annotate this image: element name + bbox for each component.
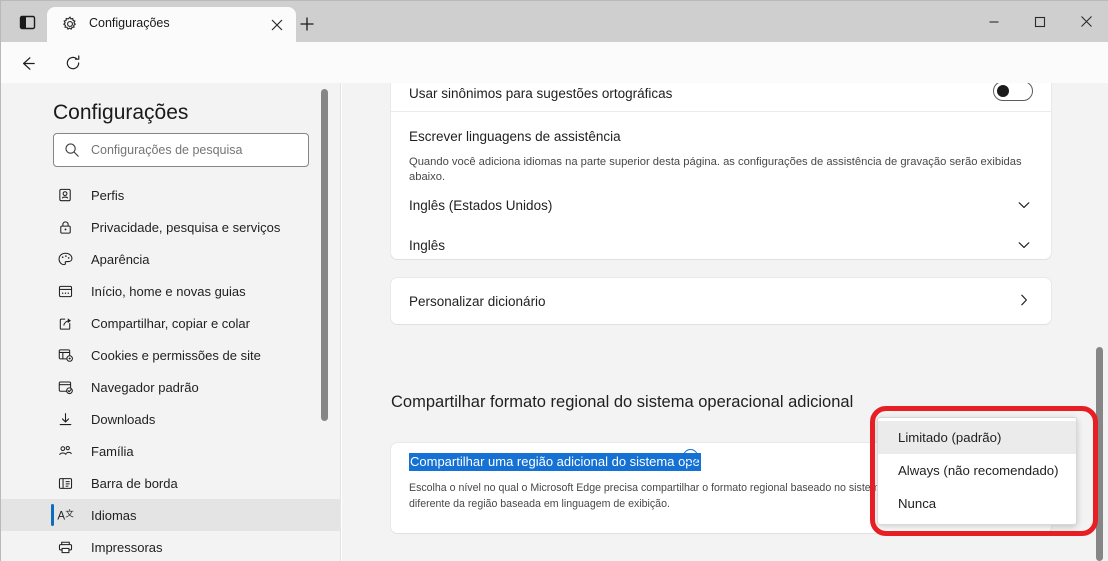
chevron-right-icon[interactable] <box>1017 293 1031 307</box>
dropdown-option-always[interactable]: Always (não recomendado) <box>878 454 1076 487</box>
new-tab-page-icon <box>55 281 75 301</box>
close-icon[interactable] <box>268 16 286 34</box>
plus-icon <box>300 17 314 31</box>
tab-title: Configurações <box>89 16 170 30</box>
title-bar: Configurações <box>1 1 1108 42</box>
sidebar-item-barra-de-borda[interactable]: Barra de borda <box>1 467 341 499</box>
close-window-button[interactable] <box>1063 1 1108 42</box>
default-browser-icon <box>55 377 75 397</box>
sidebar-item-impressoras[interactable]: Impressoras <box>1 531 341 561</box>
share-setting-title: Compartilhar uma região adicional do sis… <box>409 453 701 471</box>
sidebar-item-label: Cookies e permissões de site <box>91 347 261 363</box>
share-level-dropdown-menu[interactable]: Limitado (padrão) Always (não recomendad… <box>877 417 1077 525</box>
sidebar-item-navegador-padrao[interactable]: Navegador padrão <box>1 371 341 403</box>
window-controls <box>971 1 1108 42</box>
dropdown-option-nunca[interactable]: Nunca <box>878 487 1076 520</box>
sidebar-item-familia[interactable]: Família <box>1 435 341 467</box>
sidebar-item-cookies[interactable]: Cookies e permissões de site <box>1 339 341 371</box>
palette-icon <box>55 249 75 269</box>
sidebar-item-downloads[interactable]: Downloads <box>1 403 341 435</box>
profiles-icon <box>55 185 75 205</box>
settings-search-box[interactable] <box>53 133 309 167</box>
back-arrow-icon <box>22 56 35 70</box>
language-row-english[interactable]: Inglês <box>391 225 1051 265</box>
reload-icon <box>66 55 80 70</box>
divider <box>391 111 1051 112</box>
sidebar-item-label: Downloads <box>91 411 156 427</box>
dictionary-label: Personalizar dicionário <box>409 293 546 309</box>
sidebar-item-compartilhar[interactable]: Compartilhar, copiar e colar <box>1 307 341 339</box>
sidebar-item-label: Família <box>91 443 134 459</box>
settings-sidebar: Configurações Configurações de pesquisa … <box>1 83 341 561</box>
printer-icon <box>55 537 75 557</box>
synonyms-row: Usar sinônimos para sugestões ortográfic… <box>391 83 1051 111</box>
writing-assistance-title: Escrever linguagens de assistência <box>409 129 621 144</box>
search-input[interactable] <box>91 143 291 157</box>
sidebar-item-perfis[interactable]: Perfis <box>1 179 341 211</box>
sidebar-item-label: Aparência <box>91 251 150 267</box>
language-name: Inglês <box>409 237 446 253</box>
browser-tab[interactable]: Configurações <box>47 7 296 42</box>
maximize-button[interactable] <box>1017 1 1063 42</box>
reload-button[interactable] <box>59 50 87 76</box>
close-icon <box>1080 16 1092 27</box>
browser-window: Configurações Configurações Configuraçõe… <box>0 0 1108 561</box>
sidebar-item-privacidade[interactable]: Privacidade, pesquisa e serviços <box>1 211 341 243</box>
maximize-icon <box>1034 16 1046 27</box>
dropdown-option-label: Always (não recomendado) <box>898 463 1059 478</box>
sidebar-item-idiomas[interactable]: A 文 Idiomas <box>1 499 341 531</box>
synonyms-toggle[interactable] <box>993 83 1033 101</box>
chevron-down-icon[interactable] <box>1017 198 1031 212</box>
toggle-knob <box>997 85 1009 97</box>
dropdown-option-limitado[interactable]: Limitado (padrão) <box>878 421 1076 454</box>
sidebar-item-label: Navegador padrão <box>91 379 199 395</box>
family-icon <box>55 441 75 461</box>
tab-actions-glyph <box>19 15 35 29</box>
sidebar-item-label: Compartilhar, copiar e colar <box>91 315 250 331</box>
language-row-english-us[interactable]: Inglês (Estados Unidos) <box>391 185 1051 225</box>
search-icon <box>64 142 80 158</box>
sidebar-item-aparencia[interactable]: Aparência <box>1 243 341 275</box>
edge-bar-icon <box>55 473 75 493</box>
lock-icon <box>55 217 75 237</box>
dropdown-option-label: Nunca <box>898 496 937 511</box>
download-icon <box>55 409 75 429</box>
sidebar-item-label: Perfis <box>91 187 125 203</box>
chevron-down-icon[interactable] <box>1017 238 1031 252</box>
sidebar-nav: Perfis Privacidade, pesquisa e serviços <box>1 179 341 561</box>
sidebar-item-label: Início, home e novas guias <box>91 283 246 299</box>
sidebar-item-label: Barra de borda <box>91 475 178 491</box>
sidebar-item-label: Idiomas <box>91 507 137 523</box>
sidebar-scrollbar-thumb[interactable] <box>321 89 328 421</box>
section-header: Compartilhar formato regional do sistema… <box>391 393 854 411</box>
languages-icon: A 文 <box>55 505 75 525</box>
svg-text:A: A <box>57 509 65 522</box>
sidebar-item-inicio[interactable]: Início, home e novas guias <box>1 275 341 307</box>
synonyms-label: Usar sinônimos para sugestões ortográfic… <box>409 85 673 101</box>
sidebar-item-label: Impressoras <box>91 539 163 555</box>
page-scrollbar-thumb[interactable] <box>1096 347 1103 561</box>
browser-toolbar: Edge Eu edge://settings/languages ? ••• <box>1 42 1108 119</box>
minimize-button[interactable] <box>971 1 1017 42</box>
writing-assistance-card: Usar sinônimos para sugestões ortográfic… <box>391 83 1051 259</box>
back-button[interactable] <box>13 50 41 76</box>
tab-actions-icon[interactable] <box>10 9 44 35</box>
page-title: Configurações <box>53 101 189 124</box>
sidebar-item-label: Privacidade, pesquisa e serviços <box>91 219 281 235</box>
minimize-icon <box>989 20 999 23</box>
gear-icon <box>61 15 79 33</box>
language-name: Inglês (Estados Unidos) <box>409 197 553 213</box>
writing-assistance-description: Quando você adiciona idiomas na parte su… <box>409 156 1022 184</box>
svg-text:文: 文 <box>65 509 74 519</box>
cookies-icon <box>55 345 75 365</box>
settings-page: Configurações Configurações de pesquisa … <box>1 83 1108 561</box>
share-icon <box>55 313 75 333</box>
cursor-indicator <box>683 449 698 464</box>
dropdown-option-label: Limitado (padrão) <box>898 430 1002 445</box>
new-tab-button[interactable] <box>293 11 321 37</box>
customize-dictionary-row[interactable]: Personalizar dicionário <box>391 278 1051 324</box>
